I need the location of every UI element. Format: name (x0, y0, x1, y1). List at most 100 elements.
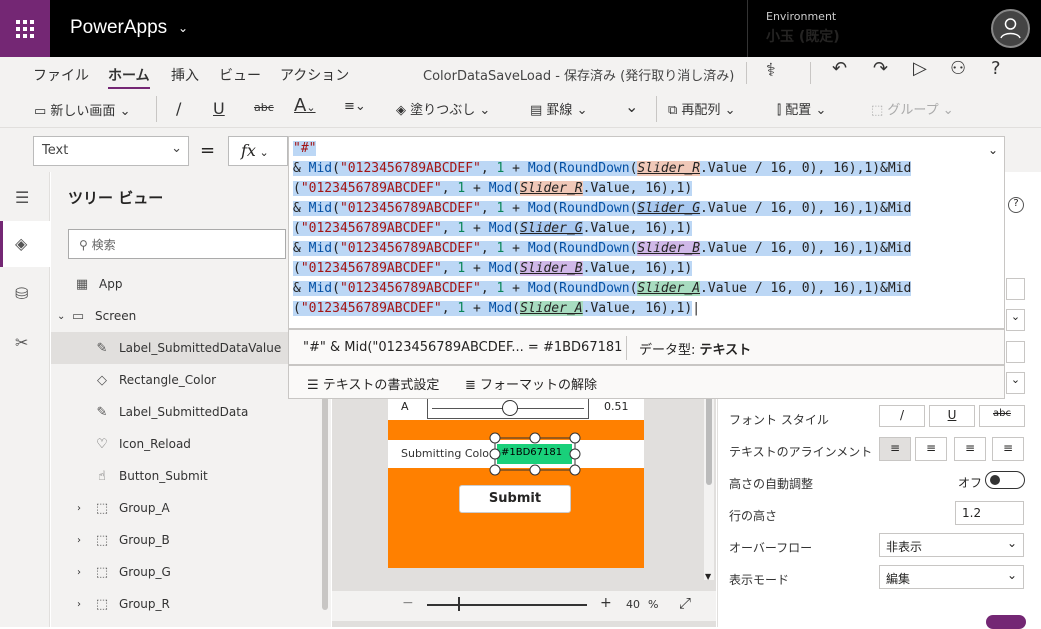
text-align-icon[interactable]: ≡⌄ (344, 99, 366, 114)
redo-icon[interactable]: ↷ (873, 58, 888, 79)
remove-format-label: フォーマットの解除 (480, 378, 598, 393)
new-screen-button[interactable]: ▭ 新しい画面 ⌄ (34, 100, 130, 119)
canvas-vertical-scrollbar[interactable] (704, 380, 714, 580)
help-icon[interactable]: ? (1008, 197, 1024, 213)
align-button[interactable]: ⫿ 配置 ⌄ (777, 99, 826, 118)
share-user-icon[interactable]: ⚇ (950, 58, 966, 79)
fn-mod: Mod (527, 281, 552, 296)
fn-rounddown: RoundDown (559, 161, 630, 176)
displaymode-select[interactable]: 編集 ⌄ (879, 565, 1024, 589)
format-text-button[interactable]: ☰ テキストの書式設定 (307, 374, 439, 393)
collapse-chevron-icon[interactable]: ⌄ (988, 143, 998, 157)
app-launcher-button[interactable] (0, 0, 50, 57)
align-left-button[interactable]: ≡ (879, 437, 911, 461)
font-color-icon[interactable]: A⌄ (294, 95, 316, 116)
str-digits: "0123456789ABCDEF" (339, 281, 481, 296)
chevron-down-icon[interactable]: ⌄ (178, 21, 188, 35)
align-center-button[interactable]: ≡ (915, 437, 947, 461)
group-button[interactable]: ⬚ グループ ⌄ (871, 99, 954, 118)
tree-item-icon-reload[interactable]: ♡ Icon_Reload (51, 428, 326, 460)
tree-item-label-submitteddatavalue[interactable]: ✎ Label_SubmittedDataValue (51, 332, 326, 364)
tree-item-label: Group_A (119, 501, 170, 515)
formula-editor[interactable]: "#" & Mid("0123456789ABCDEF", 1 + Mod(Ro… (288, 136, 1005, 329)
database-icon[interactable]: ⛁ (15, 284, 28, 303)
avatar[interactable] (991, 9, 1030, 48)
tree-item-label-submitteddata[interactable]: ✎ Label_SubmittedData (51, 396, 326, 428)
layers-icon[interactable]: ◈ (15, 234, 27, 253)
play-icon[interactable]: ▷ (913, 58, 927, 79)
menu-action[interactable]: アクション (280, 65, 349, 85)
text-align-label: テキストのアラインメント (729, 445, 873, 459)
strikethrough-icon[interactable]: abc (254, 101, 274, 114)
align-right-button[interactable]: ≡ (954, 437, 986, 461)
slider-thumb[interactable] (501, 400, 518, 416)
submit-button[interactable]: Submit (459, 485, 571, 513)
stethoscope-icon[interactable]: ⚕ (766, 60, 776, 81)
autoheight-toggle[interactable] (985, 471, 1025, 489)
property-dropdown[interactable]: ⌄ (1006, 309, 1025, 331)
tree-item-group-g[interactable]: › ⬚ Group_G (51, 556, 326, 588)
hamburger-icon[interactable]: ☰ (15, 188, 29, 207)
help-icon[interactable]: ? (991, 58, 1001, 79)
lineheight-input[interactable]: 1.2 (955, 501, 1024, 525)
menu-view[interactable]: ビュー (219, 65, 261, 85)
fx-button[interactable]: fx ⌄ (228, 136, 288, 166)
scroll-down-icon[interactable]: ▼ (705, 572, 711, 581)
overflow-select[interactable]: 非表示 ⌄ (879, 533, 1024, 557)
menu-home[interactable]: ホーム (108, 65, 150, 89)
zoom-out-icon[interactable]: − (402, 595, 414, 611)
tree-title: ツリー ビュー (68, 189, 164, 207)
slider-a[interactable] (427, 397, 589, 419)
equals-sign: = (200, 140, 216, 161)
zoom-slider-thumb[interactable] (458, 597, 460, 611)
italic-button[interactable]: / (879, 405, 925, 427)
chevron-down-icon: ⌄ (57, 310, 66, 322)
zoom-in-icon[interactable]: + (600, 595, 612, 611)
underline-icon[interactable]: U (213, 99, 225, 118)
italic-icon[interactable]: / (176, 99, 181, 118)
button-icon: ☝ (98, 468, 106, 484)
ref-slider-b: Slider_B (520, 261, 583, 276)
tree-item-button-submit[interactable]: ☝ Button_Submit (51, 460, 326, 492)
label-edit-icon: ✎ (96, 340, 108, 356)
tree-item-group-b[interactable]: › ⬚ Group_B (51, 524, 326, 556)
brand-title[interactable]: PowerApps (70, 17, 167, 39)
underline-button[interactable]: U (929, 405, 975, 427)
zoom-unit: % (648, 598, 659, 611)
menu-insert[interactable]: 挿入 (171, 65, 199, 85)
tools-icon[interactable]: ✂ (15, 333, 28, 352)
property-select[interactable]: Text ⌄ (33, 136, 189, 166)
fit-to-screen-icon[interactable]: ⤢ (679, 594, 691, 612)
formula-result-row: "#" & Mid("0123456789ABCDEF... = #1BD671… (288, 329, 1005, 365)
tree-search-input[interactable]: ⚲ 検索 (68, 229, 286, 259)
tree-item-rectangle-color[interactable]: ◇ Rectangle_Color (51, 364, 326, 396)
property-field[interactable] (1006, 278, 1025, 300)
formula-hash: "#" (293, 141, 317, 156)
fill-button[interactable]: ◈ 塗りつぶし ⌄ (396, 99, 490, 118)
chevron-down-icon: ⌄ (1006, 536, 1017, 550)
tree-item-group-a[interactable]: › ⬚ Group_A (51, 492, 326, 524)
environment-picker[interactable]: Environment 小玉 (既定) (747, 0, 987, 57)
undo-icon[interactable]: ↶ (832, 58, 847, 79)
group-icon: ⬚ (871, 103, 888, 118)
selection-handles (489, 432, 581, 476)
border-button[interactable]: ▤ 罫線 ⌄ (530, 99, 587, 118)
align-justify-button[interactable]: ≡ (992, 437, 1024, 461)
tree-item-label: Group_R (119, 597, 170, 611)
tree-item-screen[interactable]: ⌄ ▭ Screen (51, 300, 326, 332)
tree-item-group-r[interactable]: › ⬚ Group_R (51, 588, 326, 620)
property-field[interactable] (1006, 341, 1025, 363)
divider (156, 96, 157, 122)
slider-a-value: 0.51 (604, 400, 629, 413)
datatype: データ型: テキスト (639, 343, 752, 358)
submitting-color-label: Submitting Color: (401, 447, 498, 460)
reorder-button[interactable]: ⧉ 再配列 ⌄ (668, 99, 735, 118)
menu-file[interactable]: ファイル (33, 65, 89, 85)
property-dropdown[interactable]: ⌄ (1006, 372, 1025, 394)
tree-item-app[interactable]: ▦ App (51, 268, 326, 300)
more-chevron-icon[interactable]: ⌄ (625, 97, 638, 116)
strikethrough-button[interactable]: abc (979, 405, 1025, 427)
remove-format-button[interactable]: ≣ フォーマットの解除 (465, 374, 597, 393)
fn-mod: Mod (527, 161, 552, 176)
zoom-slider[interactable] (427, 604, 587, 606)
